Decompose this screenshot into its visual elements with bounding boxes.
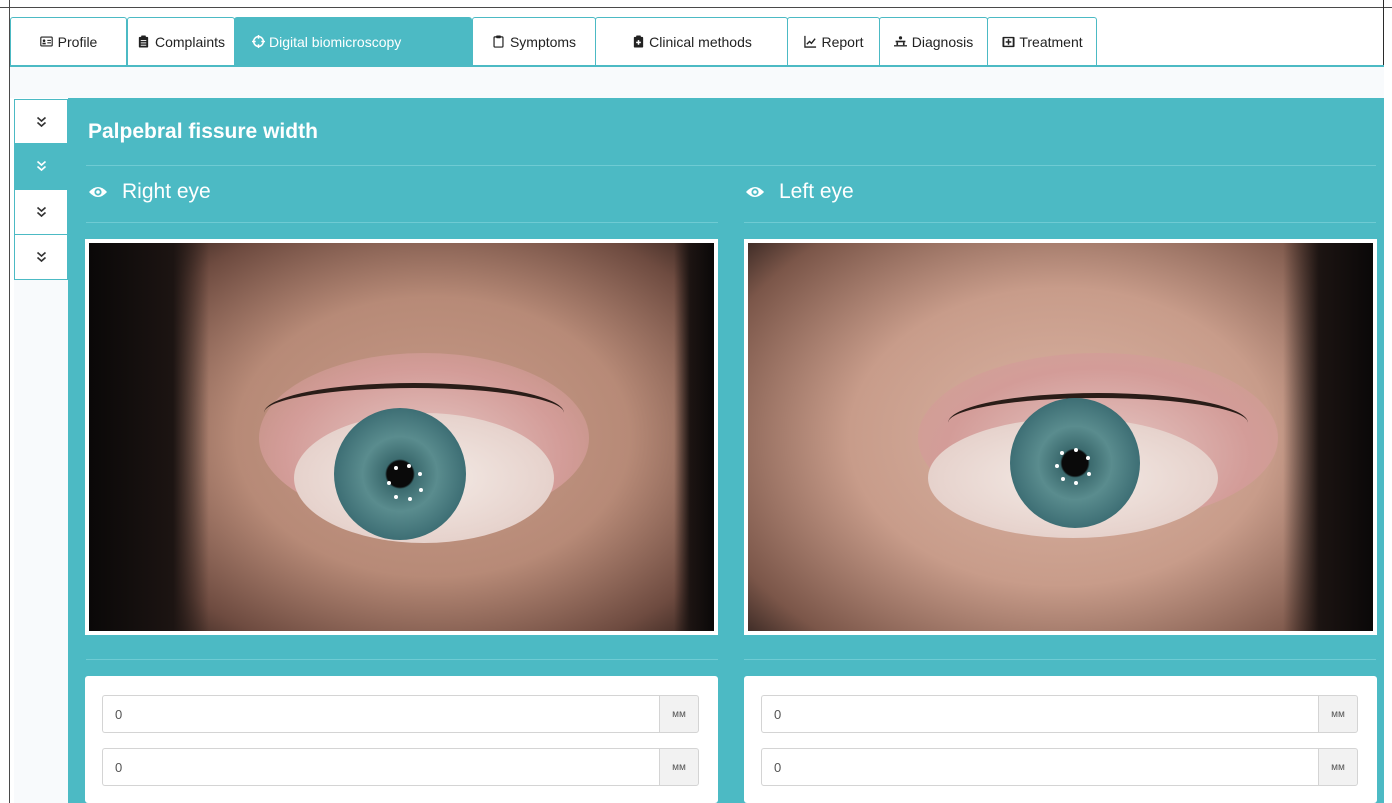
- unit-label: мм: [1318, 695, 1358, 733]
- tab-symptoms[interactable]: Symptoms: [472, 17, 596, 65]
- right-eye-measurements: мм мм: [85, 676, 718, 803]
- right-photo-divider: [86, 659, 718, 660]
- tab-profile[interactable]: Profile: [10, 17, 127, 65]
- left-eye-header: Left eye: [745, 180, 854, 204]
- crosshairs-icon: [251, 35, 265, 49]
- right-eye-measure-input-1[interactable]: [102, 695, 659, 733]
- section-toggle-2[interactable]: [14, 143, 68, 189]
- unit-label: мм: [1318, 748, 1358, 786]
- chevron-double-down-icon: [36, 251, 46, 263]
- id-card-icon: [40, 35, 54, 49]
- tab-label: Complaints: [154, 33, 226, 50]
- left-eye-measure-input-2[interactable]: [761, 748, 1318, 786]
- left-eye-label: Left eye: [779, 180, 854, 203]
- right-eye-header: Right eye: [88, 180, 211, 204]
- eye-icon: [746, 187, 764, 197]
- clipboard-list-icon: [137, 35, 151, 49]
- section-toggle-3[interactable]: [14, 189, 68, 235]
- tab-report[interactable]: Report: [787, 17, 880, 65]
- content-top-strip: [10, 67, 1384, 98]
- tab-digital-biomicroscopy[interactable]: Digital biomicroscopy: [234, 17, 472, 65]
- right-eye-measure-row: мм: [102, 748, 699, 786]
- chevron-double-down-icon: [36, 160, 46, 172]
- tab-diagnosis[interactable]: Diagnosis: [879, 17, 988, 65]
- tab-label: Profile: [57, 33, 98, 50]
- unit-label: мм: [659, 695, 699, 733]
- tab-clinical-methods[interactable]: Clinical methods: [595, 17, 788, 65]
- title-divider: [86, 165, 1376, 166]
- left-eye-photo-frame[interactable]: [744, 239, 1377, 635]
- clipboard-icon: [492, 35, 506, 49]
- diagnosis-icon: [894, 35, 908, 49]
- tab-label: Digital biomicroscopy: [269, 33, 402, 50]
- left-photo-divider: [744, 659, 1376, 660]
- right-eye-label: Right eye: [122, 180, 211, 203]
- left-eye-measure-row: мм: [761, 748, 1358, 786]
- window-top-edge: [0, 7, 1392, 8]
- right-eye-measure-input-2[interactable]: [102, 748, 659, 786]
- left-eye-measure-row: мм: [761, 695, 1358, 733]
- left-eye-photo: [748, 243, 1373, 631]
- tab-label: Report: [821, 33, 864, 50]
- right-eye-measure-row: мм: [102, 695, 699, 733]
- section-toggle-4[interactable]: [14, 234, 68, 280]
- left-eye-measure-input-1[interactable]: [761, 695, 1318, 733]
- tab-bar: Profile Complaints Digital biomicroscopy…: [10, 17, 1384, 67]
- tab-label: Treatment: [1019, 33, 1083, 50]
- tab-complaints[interactable]: Complaints: [127, 17, 235, 65]
- left-eye-measurements: мм мм: [744, 676, 1377, 803]
- section-toggle-1[interactable]: [14, 99, 68, 145]
- right-eye-photo-frame[interactable]: [85, 239, 718, 635]
- tab-treatment[interactable]: Treatment: [987, 17, 1097, 65]
- chevron-double-down-icon: [36, 116, 46, 128]
- palpebral-fissure-panel: Palpebral fissure width Right eye Left e…: [68, 98, 1384, 803]
- section-nav: [14, 99, 68, 803]
- left-eye-divider: [744, 222, 1376, 223]
- window-left-edge: [9, 0, 10, 803]
- tab-label: Clinical methods: [649, 33, 752, 50]
- right-eye-photo: [89, 243, 714, 631]
- medkit-icon: [1001, 35, 1015, 49]
- chart-line-icon: [803, 35, 817, 49]
- right-eye-divider: [86, 222, 718, 223]
- unit-label: мм: [659, 748, 699, 786]
- eye-icon: [89, 187, 107, 197]
- medical-clipboard-icon: [631, 35, 645, 49]
- tab-label: Diagnosis: [911, 33, 974, 50]
- tab-label: Symptoms: [509, 33, 577, 50]
- chevron-double-down-icon: [36, 206, 46, 218]
- panel-title: Palpebral fissure width: [88, 120, 318, 143]
